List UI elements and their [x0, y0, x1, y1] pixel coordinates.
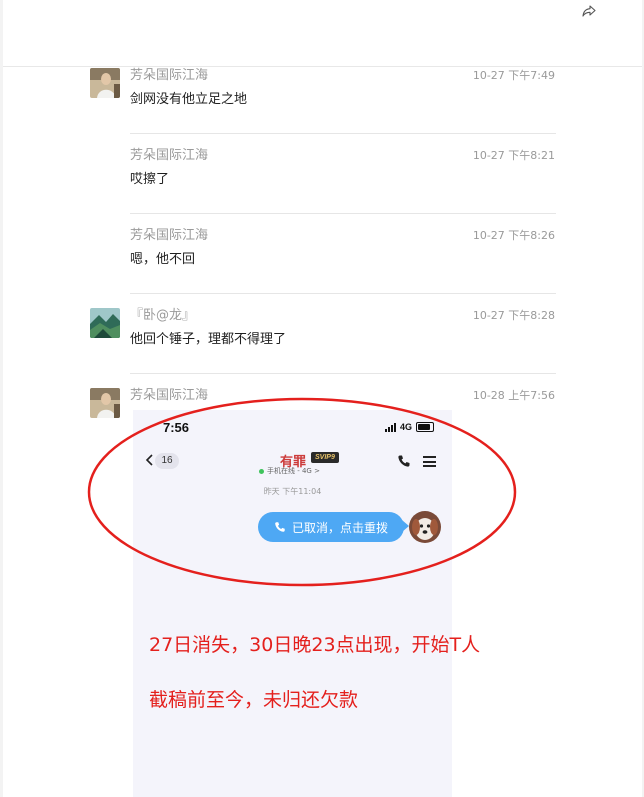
dog-avatar — [409, 511, 441, 543]
toolbar-divider — [3, 66, 642, 67]
sender-name: 芳朵国际江海 — [130, 68, 209, 83]
message-item: 芳朵国际江海 10-27 下午8:21 哎擦了 — [90, 148, 555, 188]
message-text[interactable]: 剑网没有他立足之地 — [130, 92, 247, 108]
message-time: 10-27 下午8:21 — [472, 149, 555, 162]
phone-call-icon — [398, 455, 410, 467]
menu-icon — [423, 456, 436, 467]
message-divider — [130, 213, 556, 214]
bubble-tail — [402, 520, 409, 532]
call-cancelled-bubble: 已取消，点击重拨 — [258, 512, 404, 542]
sender-name: 芳朵国际江海 — [130, 228, 209, 243]
online-dot-icon — [259, 468, 264, 474]
photo-avatar[interactable] — [90, 68, 120, 98]
message-text[interactable]: 他回个锤子，理都不得理了 — [130, 332, 286, 348]
chat-history-window: 芳朵国际江海 10-27 下午7:49 剑网没有他立足之地 芳朵国际江海 10-… — [3, 0, 642, 797]
message-time: 10-27 下午8:26 — [472, 229, 555, 242]
online-status-text: 手机在线 - 4G > — [267, 467, 320, 475]
message-time: 10-27 下午7:49 — [472, 69, 555, 82]
message-item: 芳朵国际江海 10-27 下午7:49 剑网没有他立足之地 — [90, 68, 555, 108]
share-forward-icon[interactable] — [582, 4, 596, 18]
online-status: 手机在线 - 4G > — [259, 466, 320, 476]
message-time: 10-28 上午7:56 — [472, 389, 555, 402]
chat-timestamp: 昨天 下午11:04 — [263, 487, 322, 496]
sender-name: 芳朵国际江海 — [130, 148, 209, 163]
message-item: 芳朵国际江海 10-28 上午7:56 — [90, 388, 555, 418]
message-divider — [130, 293, 556, 294]
network-label: 4G — [399, 422, 412, 432]
annotation-line-2: 截稿前至今，未归还欠款 — [149, 689, 359, 711]
phone-status-time: 7:56 — [163, 420, 190, 435]
bubble-text: 已取消，点击重拨 — [291, 520, 388, 535]
message-item: 芳朵国际江海 10-27 下午8:26 嗯，他不回 — [90, 228, 555, 268]
photo-avatar[interactable] — [90, 388, 120, 418]
message-time: 10-27 下午8:28 — [472, 309, 555, 322]
message-item: 『卧@龙』 10-27 下午8:28 他回个锤子，理都不得理了 — [90, 308, 555, 348]
message-text[interactable]: 嗯，他不回 — [130, 252, 195, 268]
phone-status-bar: 4G — [384, 422, 434, 432]
battery-icon — [416, 422, 434, 432]
sender-name: 『卧@龙』 — [130, 308, 196, 323]
phone-call-icon — [275, 522, 285, 532]
back-arrow-icon — [145, 454, 153, 466]
message-divider — [130, 133, 556, 134]
unread-count-badge: 16 — [155, 453, 179, 469]
message-text[interactable]: 哎擦了 — [130, 172, 169, 188]
message-divider — [130, 373, 556, 374]
landscape-avatar[interactable] — [90, 308, 120, 338]
signal-icon — [384, 422, 396, 432]
screenshot-image[interactable]: 7:56 4G 16 有罪 SVIP9 手机在线 - 4G > 昨天 下午11:… — [133, 410, 452, 797]
annotation-line-1: 27日消失，30日晚23点出现，开始T人 — [149, 634, 481, 656]
svip-badge: SVIP9 — [311, 452, 339, 463]
sender-name: 芳朵国际江海 — [130, 388, 209, 403]
